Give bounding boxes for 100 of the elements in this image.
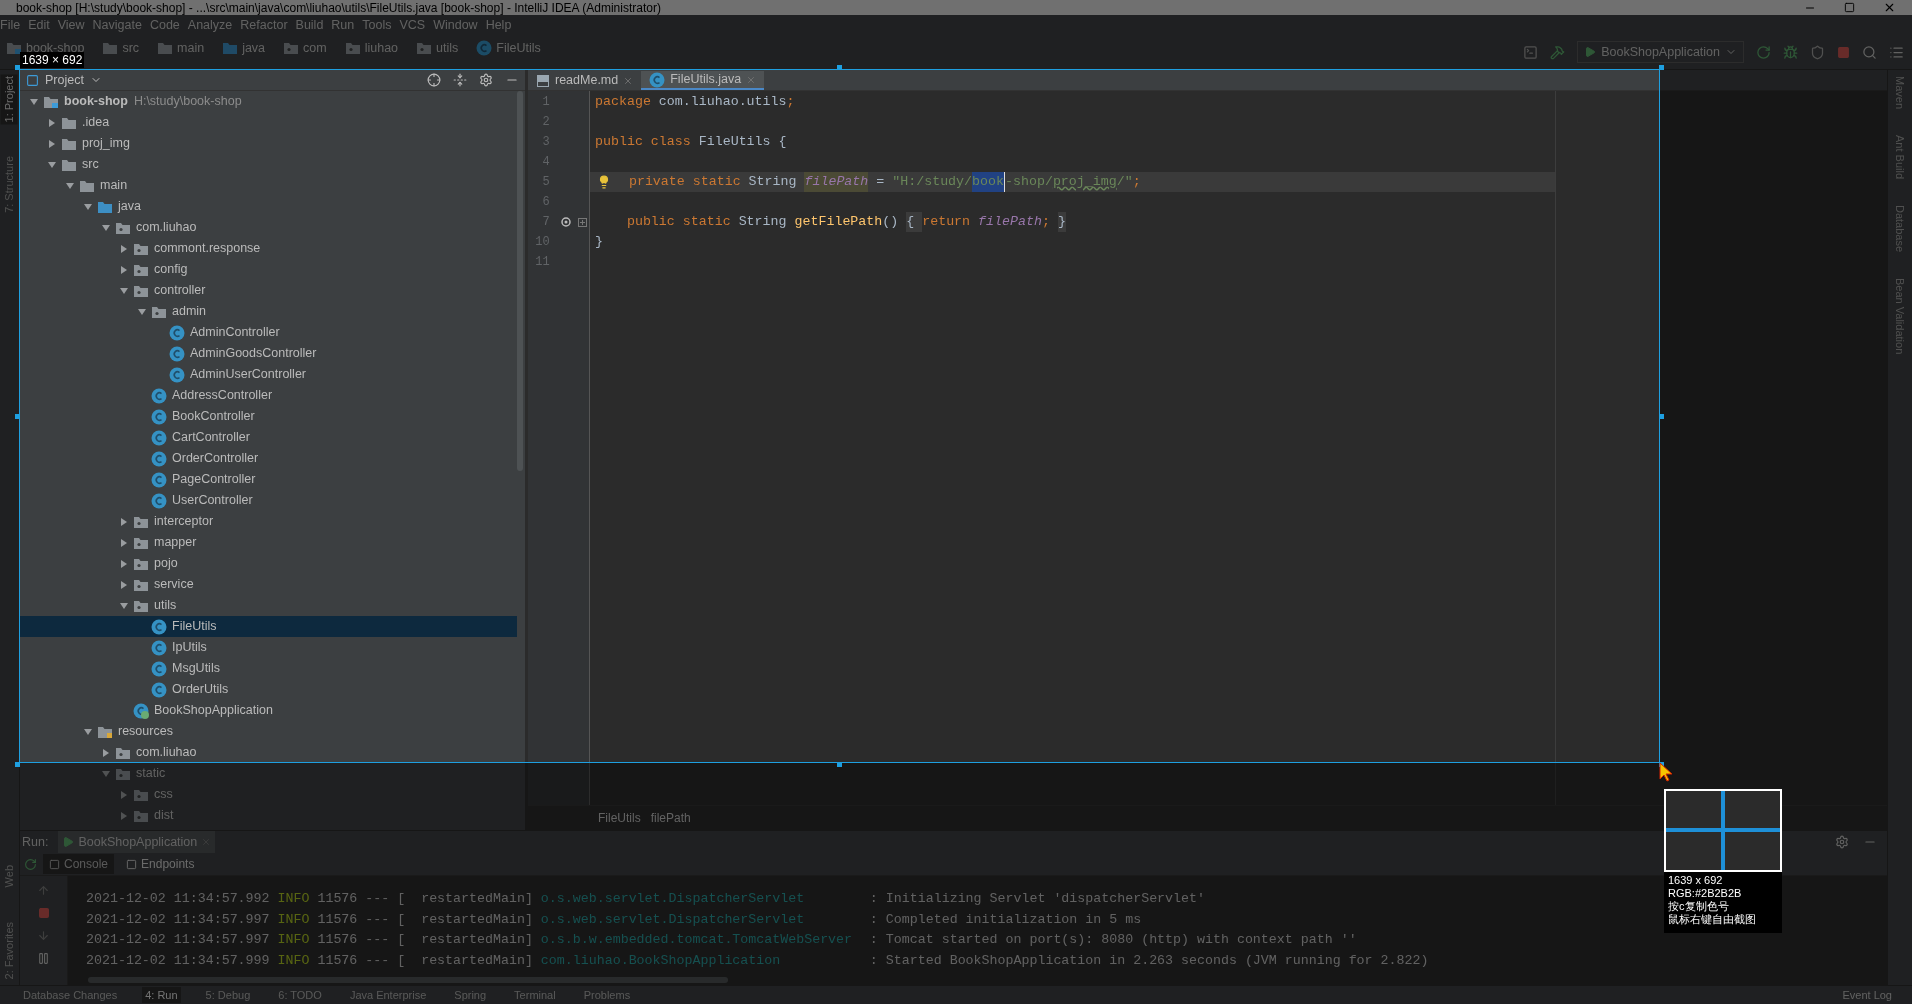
expanded-arrow-icon[interactable] [136, 306, 147, 317]
run-config-tab[interactable]: BookShopApplication [58, 831, 216, 853]
pause-icon[interactable] [37, 952, 50, 965]
tree-row[interactable]: resources [20, 721, 517, 742]
resize-handle[interactable] [837, 65, 842, 70]
tool-window-button[interactable]: Problems [580, 986, 634, 1004]
console-tab[interactable]: Console [43, 854, 115, 874]
menu-item[interactable]: File [0, 15, 25, 35]
tree-row[interactable]: java [20, 196, 517, 217]
resize-handle[interactable] [15, 65, 20, 70]
menu-item[interactable]: Refactor [236, 15, 292, 35]
locate-icon[interactable] [427, 73, 441, 87]
tree-row[interactable]: UserController [20, 490, 517, 511]
scroll-down-icon[interactable] [37, 929, 50, 942]
resize-handle[interactable] [1659, 414, 1664, 419]
menu-item[interactable]: View [53, 15, 89, 35]
event-log-button[interactable]: Event Log [1842, 986, 1892, 1004]
tree-row[interactable]: book-shop H:\study\book-shop [20, 91, 517, 112]
collapsed-arrow-icon[interactable] [118, 789, 129, 800]
breadcrumb-item[interactable]: main [177, 39, 205, 58]
code-breadcrumb[interactable]: FileUtils [598, 809, 641, 827]
tree-row[interactable]: AdminGoodsController [20, 343, 517, 364]
editor-tab[interactable]: FileUtils.java [641, 71, 765, 90]
expanded-arrow-icon[interactable] [64, 180, 75, 191]
breadcrumb-item[interactable]: java [242, 39, 266, 58]
stop-icon[interactable] [37, 907, 50, 919]
breadcrumb-item[interactable]: FileUtils [496, 39, 541, 58]
tree-row[interactable]: com.liuhao [20, 742, 517, 763]
tree-row[interactable]: CartController [20, 427, 517, 448]
tree-row[interactable]: static [20, 763, 517, 784]
expanded-arrow-icon[interactable] [82, 726, 93, 737]
tree-row[interactable]: controller [20, 280, 517, 301]
resize-handle[interactable] [15, 414, 20, 419]
collapsed-arrow-icon[interactable] [118, 810, 129, 821]
tool-window-button[interactable]: Spring [451, 986, 490, 1004]
terminal-icon[interactable] [1523, 44, 1539, 60]
breadcrumb-item[interactable]: utils [436, 39, 459, 58]
menu-item[interactable]: Help [481, 15, 516, 35]
expanded-arrow-icon[interactable] [118, 285, 129, 296]
tree-row[interactable]: AddressController [20, 385, 517, 406]
breadcrumb-item[interactable]: liuhao [364, 39, 399, 58]
tree-row[interactable]: AdminUserController [20, 364, 517, 385]
collapsed-arrow-icon[interactable] [118, 516, 129, 527]
tree-row[interactable]: pojo [20, 553, 517, 574]
tree-row[interactable]: proj_img [20, 133, 517, 154]
collapsed-arrow-icon[interactable] [118, 264, 129, 275]
resize-handle[interactable] [15, 762, 20, 767]
menu-item[interactable]: Navigate [88, 15, 146, 35]
expanded-arrow-icon[interactable] [82, 201, 93, 212]
fold-icon[interactable] [578, 217, 587, 227]
tree-row[interactable]: BookController [20, 406, 517, 427]
tool-window-button[interactable]: Database Changes [20, 986, 121, 1004]
scroll-up-icon[interactable] [37, 884, 50, 897]
expanded-arrow-icon[interactable] [100, 222, 111, 233]
implements-icon[interactable] [560, 216, 572, 228]
tree-row[interactable]: IpUtils [20, 637, 517, 658]
coverage-icon[interactable] [1810, 44, 1825, 60]
tree-row[interactable]: PageController [20, 469, 517, 490]
rerun-icon[interactable] [1756, 44, 1771, 60]
tree-row[interactable]: com.liuhao [20, 217, 517, 238]
tool-window-button[interactable]: 4: Run [142, 986, 181, 1004]
tree-row[interactable]: interceptor [20, 511, 517, 532]
panel-title[interactable]: Project [45, 70, 84, 90]
tree-row[interactable]: commont.response [20, 238, 517, 259]
close-tab-icon[interactable] [623, 75, 634, 86]
tree-row[interactable]: MsgUtils [20, 658, 517, 679]
expanded-arrow-icon[interactable] [28, 96, 39, 107]
run-configuration-dropdown[interactable]: BookShopApplication [1577, 41, 1744, 63]
collapsed-arrow-icon[interactable] [118, 243, 129, 254]
tree-row[interactable]: BookShopApplication [20, 700, 517, 721]
build-icon[interactable] [1550, 44, 1566, 60]
tree-row[interactable]: OrderController [20, 448, 517, 469]
menu-item[interactable]: Code [145, 15, 184, 35]
scrollbar-thumb[interactable] [517, 91, 523, 471]
stop-icon[interactable] [1837, 45, 1850, 59]
tree-row[interactable]: FileUtils [20, 616, 517, 637]
collapsed-arrow-icon[interactable] [118, 537, 129, 548]
collapse-all-icon[interactable] [453, 73, 467, 87]
search-icon[interactable] [1862, 44, 1877, 60]
menu-item[interactable]: VCS [395, 15, 430, 35]
console-tab[interactable]: Endpoints [120, 854, 201, 874]
intention-bulb-icon[interactable] [597, 175, 611, 189]
tool-window-tab[interactable]: 1: Project [1, 74, 18, 125]
expanded-arrow-icon[interactable] [46, 159, 57, 170]
maximize-icon[interactable] [1844, 2, 1855, 13]
tree-row[interactable]: config [20, 259, 517, 280]
tree-row[interactable]: .idea [20, 112, 517, 133]
menu-item[interactable]: Tools [358, 15, 396, 35]
collapsed-arrow-icon[interactable] [118, 558, 129, 569]
resize-handle[interactable] [837, 762, 842, 767]
close-tab-icon[interactable] [746, 74, 757, 85]
collapsed-arrow-icon[interactable] [46, 117, 57, 128]
menu-item[interactable]: Edit [24, 15, 54, 35]
tool-window-button[interactable]: Terminal [511, 986, 559, 1004]
tree-row[interactable]: admin [20, 301, 517, 322]
code-breadcrumb[interactable]: filePath [650, 809, 691, 827]
tool-window-button[interactable]: Java Enterprise [346, 986, 430, 1004]
settings-icon[interactable] [479, 73, 493, 87]
menu-item[interactable]: Build [291, 15, 328, 35]
breadcrumb-item[interactable]: com [303, 39, 327, 58]
